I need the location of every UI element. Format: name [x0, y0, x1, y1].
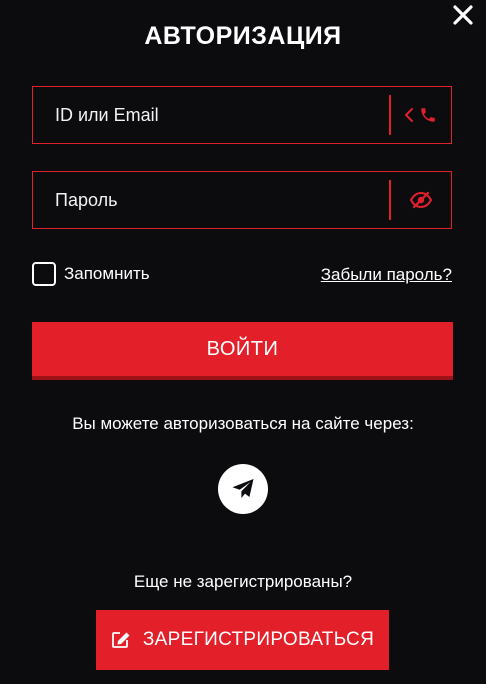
social-login-text: Вы можете авторизоваться на сайте через: — [72, 414, 414, 433]
remember-me-checkbox[interactable]: Запомнить — [32, 262, 150, 286]
not-registered-text: Еще не зарегистрированы? — [133, 572, 353, 591]
forgot-password-link[interactable]: Забыли пароль? — [321, 265, 452, 285]
phone-icon — [421, 108, 435, 122]
eye-hidden-icon — [409, 191, 433, 209]
edit-icon — [111, 632, 130, 648]
phone-login-toggle[interactable] — [391, 87, 451, 143]
login-input[interactable] — [33, 87, 389, 143]
password-input[interactable] — [33, 172, 389, 228]
checkbox-box[interactable] — [32, 262, 56, 286]
toggle-password-visibility[interactable] — [391, 172, 451, 228]
login-button[interactable]: ВОЙТИ — [32, 322, 453, 380]
register-button-label: ЗАРЕГИСТРИРОВАТЬСЯ — [142, 629, 375, 650]
chevron-left-icon — [405, 108, 413, 122]
page-title: АВТОРИЗАЦИЯ — [144, 22, 342, 50]
register-button[interactable]: ЗАРЕГИСТРИРОВАТЬСЯ — [96, 610, 389, 670]
telegram-icon — [232, 479, 254, 498]
telegram-login-button[interactable] — [218, 464, 268, 514]
password-field-wrapper — [32, 171, 452, 229]
remember-label: Запомнить — [64, 264, 150, 283]
auth-modal: АВТОРИЗАЦИЯ Запомнить Забыли пароль? — [0, 0, 486, 684]
login-field-wrapper — [32, 86, 452, 144]
